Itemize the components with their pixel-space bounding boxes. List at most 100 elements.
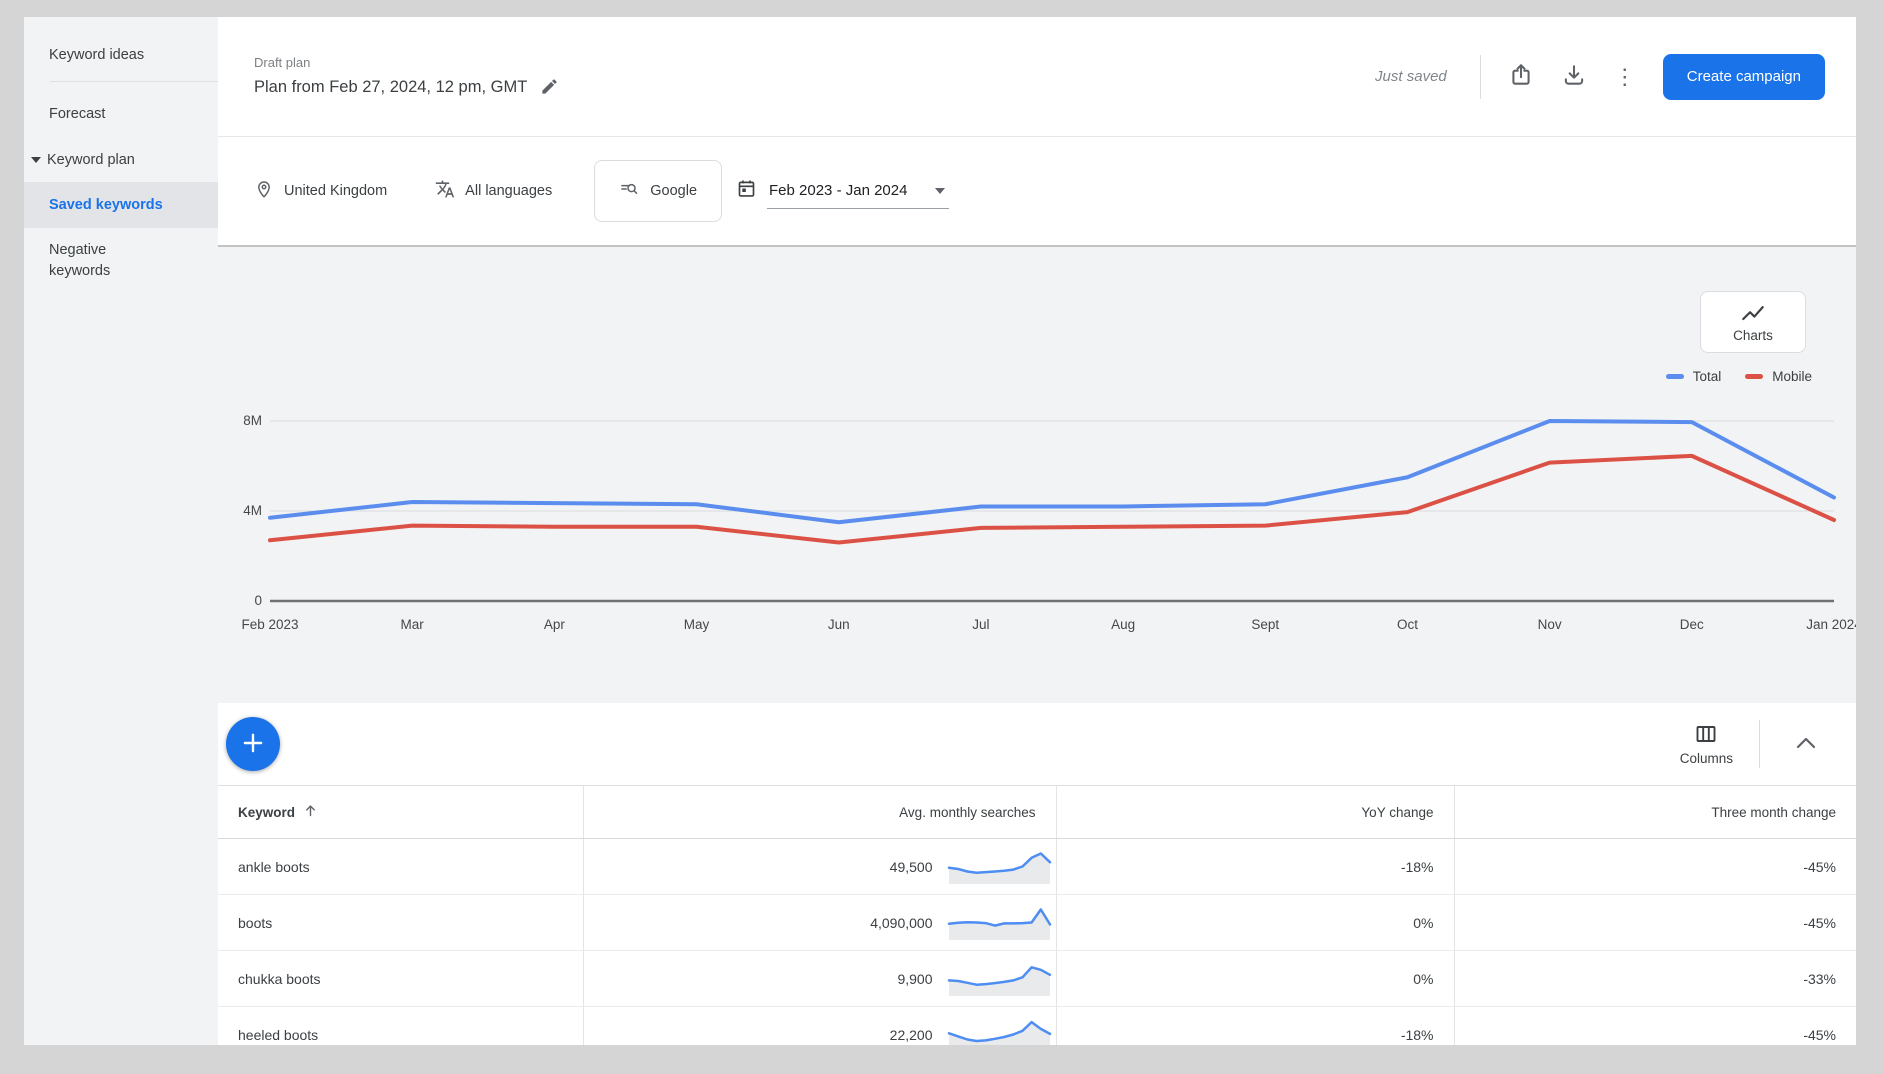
columns-button[interactable]: Columns <box>1680 722 1733 766</box>
table-row[interactable]: boots 4,090,000 0% -45% <box>218 895 1856 951</box>
chart-legend: Total Mobile <box>1666 369 1812 384</box>
sidebar-item-saved-keywords[interactable]: Saved keywords <box>24 182 218 228</box>
edit-plan-name-button[interactable] <box>540 77 559 99</box>
x-axis-label: Jul <box>972 617 989 632</box>
toolbar-divider <box>1759 720 1760 768</box>
yoy-change-header[interactable]: YoY change <box>1056 786 1454 839</box>
search-network-icon <box>619 179 639 203</box>
sidebar: Keyword ideas Forecast Keyword plan Save… <box>24 17 218 1045</box>
three-month-change-header[interactable]: Three month change <box>1454 786 1856 839</box>
y-axis-label: 8M <box>218 411 262 431</box>
network-filter[interactable]: Google <box>594 160 722 222</box>
x-axis-label: Feb 2023 <box>241 617 298 632</box>
line-chart-icon <box>1740 302 1766 325</box>
legend-item-total[interactable]: Total <box>1666 369 1722 384</box>
language-filter-label: All languages <box>465 183 552 199</box>
main-content: Draft plan Plan from Feb 27, 2024, 12 pm… <box>218 17 1856 1045</box>
dropdown-arrow-icon <box>935 188 945 194</box>
save-status: Just saved <box>1375 68 1447 85</box>
sort-by-keyword-header[interactable]: Keyword <box>238 803 583 821</box>
x-axis-label: Jun <box>828 617 850 632</box>
location-filter[interactable]: United Kingdom <box>254 179 387 203</box>
x-axis-label: Jan 2024 <box>1806 617 1856 632</box>
three-month-change-value: -45% <box>1803 859 1836 875</box>
sidebar-item-label: Keyword plan <box>47 152 135 168</box>
date-range-label: Feb 2023 - Jan 2024 <box>769 182 907 199</box>
x-axis-label: Mar <box>401 617 424 632</box>
keyword-cell: chukka boots <box>238 971 321 987</box>
trend-sparkline <box>947 845 1052 888</box>
legend-mobile-label: Mobile <box>1772 369 1812 384</box>
charts-toggle-button[interactable]: Charts <box>1700 291 1806 353</box>
network-filter-label: Google <box>650 183 697 199</box>
three-month-change-value: -45% <box>1803 915 1836 931</box>
yoy-change-value: -18% <box>1401 1027 1434 1043</box>
columns-button-label: Columns <box>1680 751 1733 766</box>
kebab-menu-icon: ⋮ <box>1614 66 1636 88</box>
chart-section: Charts Total Mobile 8M 4M 0 Feb 2023 Mar Apr… <box>218 247 1856 703</box>
trend-sparkline <box>947 1013 1052 1045</box>
charts-button-label: Charts <box>1733 328 1773 343</box>
trend-sparkline <box>947 901 1052 944</box>
collapse-triangle-icon <box>31 157 41 163</box>
download-button[interactable] <box>1561 62 1587 91</box>
y-axis-label: 0 <box>218 591 262 611</box>
avg-monthly-searches-value: 4,090,000 <box>870 915 932 931</box>
plan-type-label: Draft plan <box>254 55 559 70</box>
location-pin-icon <box>254 179 274 203</box>
sidebar-item-negative-keywords[interactable]: Negative keywords <box>24 228 164 297</box>
chevron-up-icon <box>1794 735 1818 754</box>
sort-ascending-icon <box>303 803 318 821</box>
x-axis-label: May <box>684 617 710 632</box>
pencil-icon <box>540 77 559 99</box>
legend-item-mobile[interactable]: Mobile <box>1745 369 1812 384</box>
table-row[interactable]: heeled boots 22,200 -18% -45% <box>218 1007 1856 1046</box>
sidebar-item-forecast[interactable]: Forecast <box>24 96 218 132</box>
sidebar-item-keyword-plan[interactable]: Keyword plan <box>24 138 218 182</box>
calendar-icon <box>736 178 757 204</box>
date-range-filter[interactable]: Feb 2023 - Jan 2024 <box>736 173 949 209</box>
three-month-change-value: -33% <box>1803 971 1836 987</box>
share-button[interactable] <box>1508 62 1534 91</box>
sidebar-item-keyword-ideas[interactable]: Keyword ideas <box>24 37 218 73</box>
chart-x-axis: Feb 2023MarAprMayJunJulAugSeptOctNovDecJ… <box>218 617 1856 639</box>
trend-sparkline <box>947 957 1052 1000</box>
more-options-button[interactable]: ⋮ <box>1614 66 1636 88</box>
plan-title: Plan from Feb 27, 2024, 12 pm, GMT <box>254 78 527 97</box>
three-month-change-value: -45% <box>1803 1027 1836 1043</box>
x-axis-label: Sept <box>1251 617 1279 632</box>
keyword-cell: ankle boots <box>238 859 310 875</box>
avg-monthly-searches-value: 9,900 <box>897 971 932 987</box>
sidebar-divider <box>50 81 218 82</box>
yoy-change-value: -18% <box>1401 859 1434 875</box>
saved-keywords-table: Keyword Avg. monthly searches YoY change… <box>218 785 1856 1045</box>
table-row[interactable]: chukka boots 9,900 0% -33% <box>218 951 1856 1007</box>
avg-monthly-searches-header[interactable]: Avg. monthly searches <box>583 786 1056 839</box>
x-axis-label: Dec <box>1680 617 1704 632</box>
header-divider <box>1480 55 1481 99</box>
x-axis-label: Apr <box>544 617 565 632</box>
create-campaign-button[interactable]: Create campaign <box>1663 54 1825 100</box>
keyword-cell: boots <box>238 915 272 931</box>
keyword-planner-window: Keyword ideas Forecast Keyword plan Save… <box>24 17 1856 1045</box>
table-header-row: Keyword Avg. monthly searches YoY change… <box>218 786 1856 839</box>
download-icon <box>1561 62 1587 91</box>
yoy-change-value: 0% <box>1413 915 1433 931</box>
add-keywords-button[interactable] <box>226 717 280 771</box>
language-filter[interactable]: All languages <box>435 179 552 203</box>
table-row[interactable]: ankle boots 49,500 -18% -45% <box>218 839 1856 895</box>
columns-icon <box>1694 722 1718 749</box>
location-filter-label: United Kingdom <box>284 183 387 199</box>
plus-icon <box>240 730 266 759</box>
plan-header: Draft plan Plan from Feb 27, 2024, 12 pm… <box>218 17 1856 137</box>
collapse-table-button[interactable] <box>1786 729 1826 760</box>
mobile-series-swatch <box>1745 374 1763 379</box>
search-volume-chart <box>218 409 1856 609</box>
total-series-swatch <box>1666 374 1684 379</box>
keyword-column-label: Keyword <box>238 805 295 820</box>
legend-total-label: Total <box>1693 369 1722 384</box>
y-axis-label: 4M <box>218 501 262 521</box>
x-axis-label: Nov <box>1538 617 1562 632</box>
x-axis-label: Aug <box>1111 617 1135 632</box>
table-toolbar: Columns <box>218 703 1856 785</box>
